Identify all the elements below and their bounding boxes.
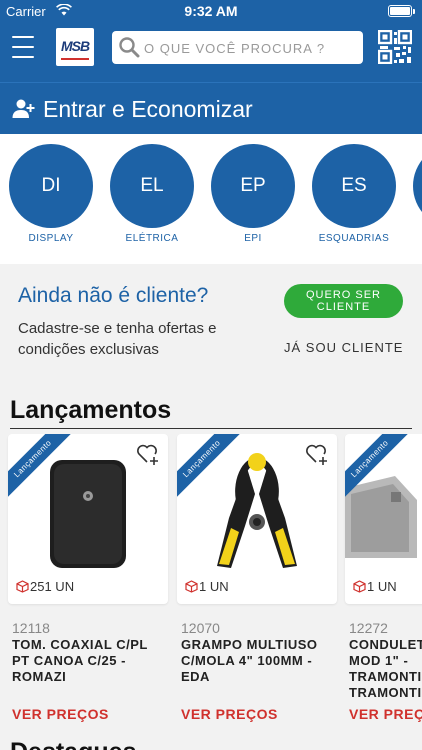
- search-bar[interactable]: [112, 31, 363, 64]
- category-label: DISPLAY: [28, 233, 74, 244]
- battery-icon: [388, 5, 415, 17]
- category-circle: DI: [9, 144, 93, 228]
- stock-quantity: 1 UN: [199, 579, 229, 594]
- product-card[interactable]: Lançamento 251 UN 12118 TOM. COAXIAL C/P…: [8, 434, 168, 724]
- menu-icon[interactable]: [12, 36, 34, 58]
- category-display[interactable]: DI DISPLAY: [9, 144, 93, 244]
- section-title: Lançamentos: [10, 396, 172, 424]
- box-icon: [185, 580, 198, 593]
- category-circle: EP: [211, 144, 295, 228]
- status-bar: Carrier 9:32 AM: [0, 0, 422, 22]
- clock: 9:32 AM: [184, 3, 238, 19]
- search-input[interactable]: [144, 37, 354, 59]
- product-image-box[interactable]: Lançamento 251 UN: [8, 434, 168, 604]
- top-bar: MSB: [0, 22, 422, 82]
- stock-quantity: 251 UN: [30, 579, 75, 594]
- favorite-add-icon[interactable]: [305, 442, 329, 466]
- favorite-add-icon[interactable]: [136, 442, 160, 466]
- product-code: 12070: [181, 620, 220, 636]
- product-name: CONDULETE MOD 1" - TRAMONTINA TRAMONTINA: [349, 637, 422, 700]
- category-eletrica[interactable]: EL ELÉTRICA: [110, 144, 194, 244]
- category-label: EPI: [244, 233, 262, 244]
- already-client-link[interactable]: JÁ SOU CLIENTE: [284, 340, 403, 355]
- add-user-icon: [12, 99, 35, 118]
- category-circle: EL: [110, 144, 194, 228]
- category-circle: [413, 144, 422, 228]
- search-icon: [119, 37, 140, 58]
- coaxial-outlet-image: [50, 460, 126, 568]
- brand-logo[interactable]: MSB: [56, 28, 94, 66]
- category-label: ELÉTRICA: [125, 233, 179, 244]
- promo-text: Cadastre-se e tenha ofertas e condições …: [18, 320, 217, 358]
- category-epi[interactable]: EP EPI: [211, 144, 295, 244]
- qr-code-icon[interactable]: [378, 30, 412, 64]
- see-prices-link[interactable]: VER PREÇOS: [181, 706, 278, 722]
- product-card[interactable]: Lançamento 1 UN 12272 CONDULETE MOD 1" -…: [345, 434, 422, 724]
- category-next-partial[interactable]: [413, 144, 422, 228]
- box-icon: [353, 580, 366, 593]
- category-label: ESQUADRIAS: [318, 233, 390, 244]
- product-name: GRAMPO MULTIUSO C/MOLA 4" 100MM - EDA: [181, 637, 318, 684]
- product-image-box[interactable]: Lançamento 1 UN: [345, 434, 422, 604]
- category-carousel[interactable]: DI DISPLAY EL ELÉTRICA EP EPI ES ESQUADR…: [0, 134, 422, 264]
- login-label: Entrar e Economizar: [43, 96, 253, 122]
- product-name: TOM. COAXIAL C/PL PT CANOA C/25 - ROMAZI: [12, 637, 148, 684]
- box-icon: [16, 580, 29, 593]
- product-carousel[interactable]: Lançamento 251 UN 12118 TOM. COAXIAL C/P…: [0, 434, 422, 724]
- next-section-title: Destaques: [10, 738, 136, 750]
- signup-promo: Ainda não é cliente? Cadastre-se e tenha…: [0, 264, 422, 376]
- stock-info: 1 UN: [353, 579, 397, 594]
- stock-quantity: 1 UN: [367, 579, 397, 594]
- spring-clamp-image: [217, 453, 297, 568]
- stock-info: 1 UN: [185, 579, 229, 594]
- stock-info: 251 UN: [16, 579, 74, 594]
- product-code: 12118: [12, 620, 50, 636]
- section-divider: [10, 428, 412, 429]
- logo-text: MSB: [60, 38, 90, 54]
- login-bar[interactable]: Entrar e Economizar: [0, 82, 422, 134]
- promo-title: Ainda não é cliente?: [18, 284, 209, 307]
- become-client-button[interactable]: QUERO SER CLIENTE: [284, 284, 403, 318]
- product-image-box[interactable]: Lançamento 1 UN: [177, 434, 337, 604]
- category-esquadrias[interactable]: ES ESQUADRIAS: [312, 144, 396, 244]
- see-prices-link[interactable]: VER PREÇOS: [349, 706, 422, 722]
- product-card[interactable]: Lançamento 1 UN 12070 GRAMPO MULTIUSO C/…: [177, 434, 337, 724]
- see-prices-link[interactable]: VER PREÇOS: [12, 706, 109, 722]
- product-code: 12272: [349, 620, 388, 636]
- category-circle: ES: [312, 144, 396, 228]
